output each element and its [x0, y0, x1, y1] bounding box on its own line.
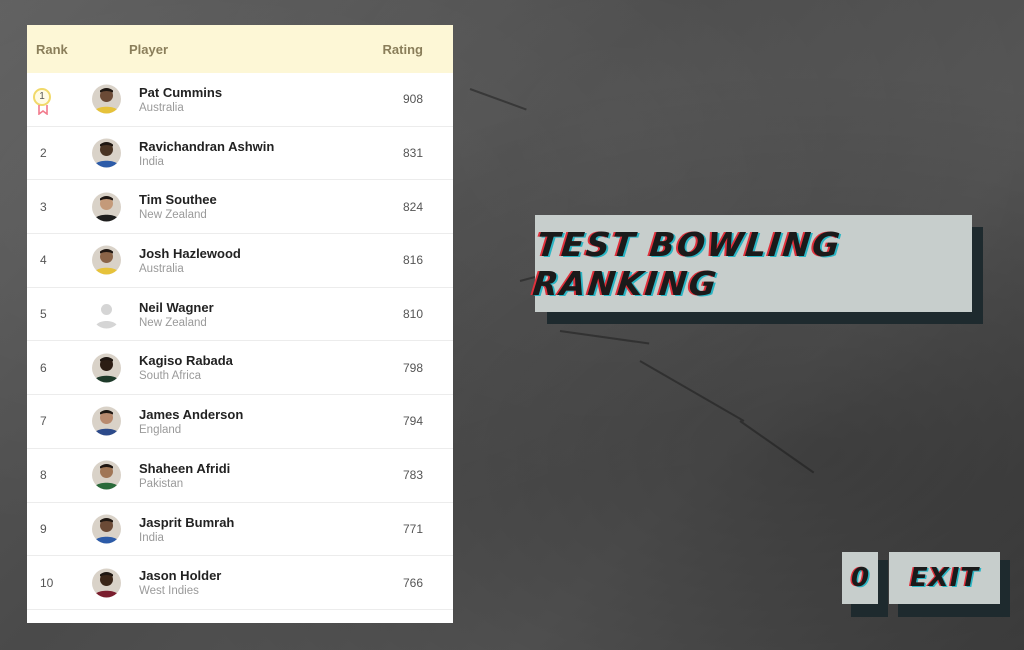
player-rating: 783 — [402, 468, 423, 483]
player-avatar — [92, 353, 121, 383]
table-body: 1 Pat Cummins Australia 908 2 Ravichandr… — [27, 73, 453, 610]
rank-value: 8 — [40, 468, 47, 483]
player-rating: 798 — [402, 360, 423, 375]
rank-value: 4 — [40, 253, 47, 268]
rank-value: 10 — [40, 575, 54, 590]
background-crack — [559, 330, 650, 345]
player-name: Pat Cummins — [139, 85, 223, 100]
table-row: 5 Neil Wagner New Zealand 810 — [27, 288, 453, 342]
ribbon-icon — [38, 105, 48, 115]
table-row: 7 James Anderson England 794 — [27, 395, 453, 449]
player-name: Josh Hazlewood — [139, 246, 241, 262]
player-country: Pakistan — [139, 477, 184, 490]
table-row: 2 Ravichandran Ashwin India 831 — [27, 127, 453, 181]
player-name: Shaheen Afridi — [139, 460, 231, 476]
player-avatar — [92, 460, 121, 490]
rank-value: 3 — [40, 199, 47, 214]
table-row: 1 Pat Cummins Australia 908 — [27, 73, 453, 127]
player-avatar — [92, 138, 121, 168]
table-row: 3 Tim Southee New Zealand 824 — [27, 180, 453, 235]
player-avatar — [92, 568, 121, 598]
header-player: Player — [129, 41, 169, 57]
player-name: Tim Southee — [139, 192, 217, 208]
first-place-medal-icon: 1 — [33, 88, 53, 115]
table-row: 9 Jasprit Bumrah India 771 — [27, 503, 453, 557]
title-banner: TEST BOWLING RANKING — [531, 215, 972, 312]
player-avatar — [92, 84, 121, 114]
player-rating: 831 — [402, 146, 423, 161]
rank-value: 1 — [33, 88, 51, 106]
rank-value: 9 — [40, 521, 47, 536]
table-row: 4 Josh Hazlewood Australia 816 — [27, 234, 453, 288]
player-rating: 824 — [402, 199, 423, 214]
table-header: Rank Player Rating — [27, 25, 453, 73]
rank-value: 7 — [40, 414, 47, 429]
player-name: Jasprit Bumrah — [139, 514, 235, 530]
placeholder-person-icon — [92, 299, 121, 329]
player-name: Kagiso Rabada — [139, 353, 233, 369]
player-avatar — [92, 192, 121, 222]
ranking-table: Rank Player Rating 1 Pat Cummins Austral… — [27, 25, 453, 623]
player-avatar — [92, 406, 121, 436]
table-row: 8 Shaheen Afridi Pakistan 783 — [27, 449, 453, 503]
player-name: James Anderson — [139, 407, 244, 423]
player-avatar — [92, 245, 121, 275]
player-country: West Indies — [139, 585, 199, 598]
player-name: Neil Wagner — [139, 299, 214, 315]
player-rating: 908 — [402, 92, 423, 107]
background-crack — [469, 88, 527, 111]
player-rating: 810 — [402, 307, 423, 322]
rank-value: 2 — [40, 146, 47, 161]
table-row: 6 Kagiso Rabada South Africa 798 — [27, 341, 453, 396]
player-country: India — [139, 531, 164, 544]
exit-button[interactable]: EXIT — [889, 552, 1000, 604]
player-rating: 816 — [402, 253, 423, 268]
player-country: India — [139, 155, 164, 168]
player-rating: 771 — [402, 521, 423, 536]
player-country: New Zealand — [139, 316, 207, 329]
player-country: New Zealand — [139, 209, 207, 222]
header-rating: Rating — [382, 41, 423, 57]
player-rating: 766 — [402, 575, 423, 590]
score-counter: 0 — [842, 552, 878, 604]
player-rating: 794 — [402, 414, 423, 429]
rank-value: 5 — [40, 307, 47, 322]
player-country: South Africa — [139, 370, 202, 383]
player-country: England — [139, 424, 182, 437]
player-name: Jason Holder — [139, 568, 222, 584]
page-title: TEST BOWLING RANKING — [530, 224, 844, 303]
header-rank: Rank — [36, 41, 68, 57]
player-name: Ravichandran Ashwin — [139, 138, 275, 154]
background-crack — [739, 420, 815, 474]
player-avatar — [92, 514, 121, 544]
table-row: 10 Jason Holder West Indies 766 — [27, 556, 453, 610]
rank-value: 6 — [40, 360, 47, 375]
background-crack — [639, 360, 745, 422]
player-country: Australia — [139, 102, 184, 114]
player-country: Australia — [139, 263, 184, 276]
